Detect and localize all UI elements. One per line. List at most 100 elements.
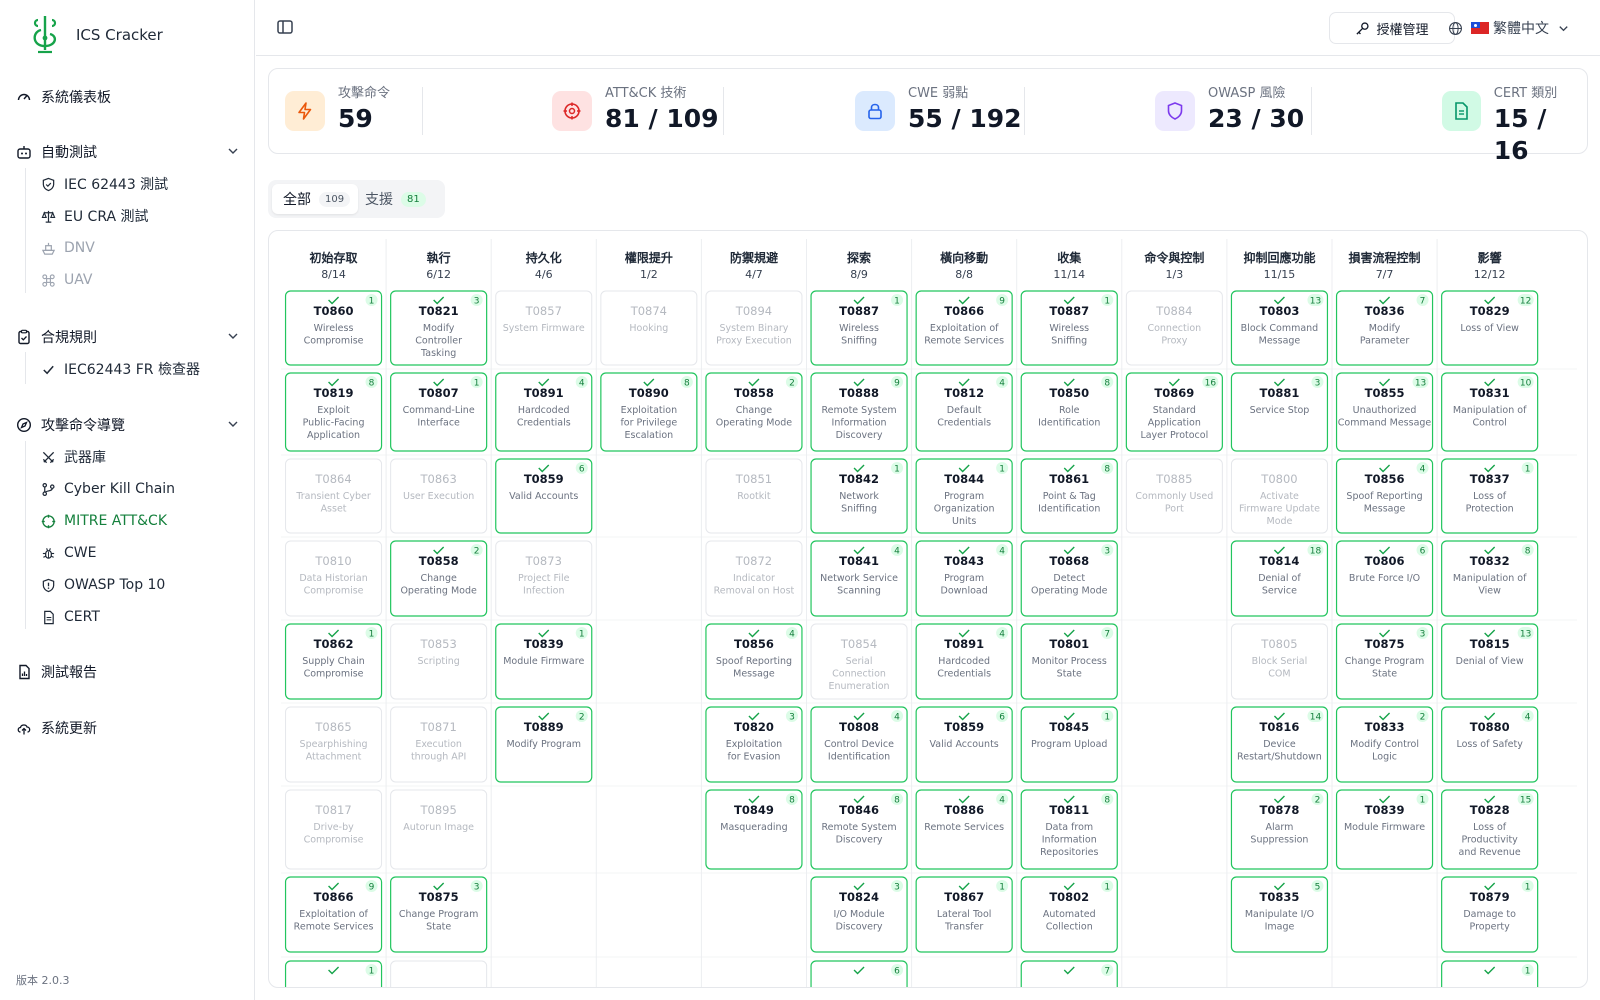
tab-all[interactable]: 全部 109 <box>272 184 359 214</box>
technique-card[interactable]: T0864 Transient Cyber Asset <box>285 458 383 534</box>
technique-card[interactable]: 3 T0881 Service Stop <box>1230 372 1329 452</box>
tactic-name[interactable]: 損害流程控制 <box>1349 250 1421 265</box>
chevron-down-icon[interactable] <box>226 144 240 158</box>
technique-card[interactable]: 13 T0803 Block Command Message <box>1230 290 1329 366</box>
technique-card[interactable]: 3 T0868 Detect Operating Mode <box>1020 540 1118 617</box>
technique-card[interactable]: 6 T0859 Valid Accounts <box>495 458 593 534</box>
technique-card[interactable]: 1 T0839 Module Firmware <box>1335 789 1434 870</box>
technique-card[interactable]: 7 T0836 Modify Parameter <box>1335 290 1434 366</box>
technique-card[interactable]: T0874 Hooking <box>600 290 698 366</box>
technique-card[interactable]: 2 T0858 Change Operating Mode <box>705 372 803 452</box>
technique-card[interactable]: 1 T0887 Wireless Sniffing <box>1020 290 1118 366</box>
technique-card[interactable]: T0857 System Firmware <box>495 290 593 366</box>
technique-card[interactable]: 14 T0816 Device Restart/Shutdown <box>1230 706 1329 783</box>
technique-card[interactable]: 13 T0815 Denial of View <box>1441 623 1539 700</box>
nav-kill-chain[interactable]: Cyber Kill Chain <box>40 477 175 501</box>
tactic-name[interactable]: 初始存取 <box>310 250 358 265</box>
technique-card[interactable]: 1 T0807 Command-Line Interface <box>390 372 488 452</box>
technique-card[interactable]: 1 T0842 Network Sniffing <box>810 458 908 534</box>
technique-card[interactable]: 8 T0846 Remote System Discovery <box>810 789 908 870</box>
technique-card[interactable]: T0800 Activate Firmware UpdateMode <box>1230 458 1328 534</box>
technique-card[interactable]: T0817 Drive-by Compromise <box>285 789 383 870</box>
technique-card[interactable]: 4 T0891 Hardcoded Credentials <box>495 372 593 452</box>
technique-card[interactable]: 4 T0812 Default Credentials <box>915 372 1013 452</box>
technique-card[interactable]: 1 T0867 Lateral Tool Transfer <box>915 876 1013 953</box>
nav-arsenal[interactable]: 武器庫 <box>40 445 106 469</box>
technique-card[interactable]: T0853 Scripting <box>390 623 488 700</box>
nav-uav[interactable]: UAV <box>40 268 93 292</box>
technique-card[interactable]: 1 T0839 Module Firmware <box>495 623 593 700</box>
technique-card[interactable]: 12 T0829 Loss of View <box>1441 290 1539 366</box>
technique-card[interactable]: T0865 Spearphishing Attachment <box>285 706 383 783</box>
technique-card[interactable]: 2 T0889 Modify Program <box>495 706 593 783</box>
technique-card[interactable]: 4 T0856 Spoof Reporting Message <box>1335 458 1434 534</box>
technique-card[interactable]: 5 T0835 Manipulate I/O Image <box>1230 876 1329 953</box>
nav-dnv[interactable]: DNV <box>40 236 95 260</box>
technique-card[interactable]: 4 T0856 Spoof Reporting Message <box>705 623 803 700</box>
tactic-name[interactable]: 防禦規避 <box>730 250 778 265</box>
technique-card[interactable]: 16 T0869 Standard ApplicationLayer Protocol <box>1125 372 1223 452</box>
technique-card[interactable]: 3 T0821 Modify ControllerTasking <box>390 290 488 366</box>
tactic-name[interactable]: 命令與控制 <box>1143 250 1204 265</box>
technique-card[interactable]: 18 T0814 Denial of Service <box>1230 540 1329 617</box>
technique-card[interactable]: 1 <box>284 960 383 988</box>
technique-card[interactable]: T0872 Indicator Removal on Host <box>705 540 803 617</box>
license-management-button[interactable]: 授權管理 <box>1329 12 1455 44</box>
technique-card[interactable]: 4 T0891 Hardcoded Credentials <box>915 623 1013 700</box>
technique-card[interactable]: 1 T0860 Wireless Compromise <box>284 290 383 366</box>
technique-card[interactable]: 9 T0866 Exploitation of Remote Services <box>284 876 383 953</box>
nav-cwe[interactable]: CWE <box>40 541 96 565</box>
technique-card[interactable]: 15 T0828 Loss of Productivityand Revenue <box>1441 789 1539 870</box>
nav-mitre-attack[interactable]: MITRE ATT&CK <box>40 509 167 533</box>
technique-card[interactable]: 1 T0837 Loss of Protection <box>1441 458 1539 534</box>
technique-card[interactable]: 2 T0833 Modify Control Logic <box>1335 706 1434 783</box>
technique-card[interactable]: 7 T0801 Monitor Process State <box>1020 623 1118 700</box>
technique-card[interactable]: 8 T0832 Manipulation of View <box>1441 540 1539 617</box>
technique-card[interactable]: T0885 Commonly Used Port <box>1125 458 1223 534</box>
technique-card[interactable]: 6 T0806 Brute Force I/O <box>1335 540 1434 617</box>
technique-card[interactable]: 2 T0858 Change Operating Mode <box>390 540 488 617</box>
technique-card[interactable]: 4 T0841 Network Service Scanning <box>810 540 908 617</box>
tactic-name[interactable]: 抑制回應功能 <box>1243 250 1315 265</box>
technique-card[interactable]: T0810 Data Historian Compromise <box>285 540 383 617</box>
technique-card[interactable]: 8 T0819 Exploit Public-FacingApplication <box>284 372 383 452</box>
chevron-down-icon[interactable] <box>226 329 240 343</box>
technique-card[interactable]: 4 T0843 Program Download <box>915 540 1013 617</box>
technique-card[interactable]: T0805 Block Serial COM <box>1230 623 1328 700</box>
technique-card[interactable]: 7 <box>1020 960 1118 988</box>
tactic-name[interactable]: 橫向移動 <box>940 250 988 265</box>
technique-card[interactable]: 4 T0808 Control Device Identification <box>810 706 908 783</box>
technique-card[interactable]: T0884 Connection Proxy <box>1125 290 1223 366</box>
technique-card[interactable]: 8 T0849 Masquerading <box>705 789 803 870</box>
technique-card[interactable]: T0854 Serial ConnectionEnumeration <box>810 623 908 700</box>
technique-card[interactable]: 4 T0886 Remote Services <box>915 789 1013 870</box>
technique-card[interactable]: 1 T0802 Automated Collection <box>1020 876 1118 953</box>
tactic-name[interactable]: 影響 <box>1478 250 1502 265</box>
language-selector[interactable]: 繁體中文 <box>1448 18 1570 38</box>
technique-card[interactable]: 8 T0890 Exploitation for PrivilegeEscalatio… <box>600 372 698 452</box>
technique-card[interactable]: 2 T0878 Alarm Suppression <box>1230 789 1329 870</box>
technique-card[interactable]: 8 T0811 Data from InformationRepositories <box>1020 789 1118 870</box>
technique-card[interactable]: 9 T0888 Remote System InformationDiscovery <box>810 372 908 452</box>
technique-card[interactable]: 6 T0859 Valid Accounts <box>915 706 1013 783</box>
technique-card[interactable]: 13 T0855 Unauthorized Command Message <box>1335 372 1434 452</box>
tab-supported[interactable]: 支援 81 <box>354 184 434 214</box>
technique-card[interactable]: T0871 Execution through API <box>390 706 488 783</box>
nav-dashboard[interactable]: 系統儀表板 <box>16 85 240 109</box>
technique-card[interactable]: 3 T0875 Change Program State <box>390 876 488 953</box>
technique-card[interactable]: 10 T0831 Manipulation of Control <box>1441 372 1539 452</box>
nav-owasp[interactable]: OWASP Top 10 <box>40 573 165 597</box>
technique-card[interactable]: 6 <box>810 960 908 988</box>
technique-card[interactable]: T0851 Rootkit <box>705 458 803 534</box>
technique-card[interactable]: 1 T0844 Program OrganizationUnits <box>915 458 1013 534</box>
tactic-name[interactable]: 持久化 <box>526 250 562 265</box>
technique-card[interactable]: 1 T0879 Damage to Property <box>1441 876 1539 953</box>
technique-card[interactable]: 8 T0850 Role Identification <box>1020 372 1118 452</box>
tactic-name[interactable]: 收集 <box>1057 250 1082 265</box>
tactic-name[interactable]: 探索 <box>847 250 871 265</box>
nav-iec62443-test[interactable]: IEC 62443 測試 <box>40 172 168 196</box>
technique-card[interactable]: T0863 User Execution <box>390 458 488 534</box>
nav-compliance[interactable]: 合規規則 <box>16 325 240 349</box>
nav-attack-commands[interactable]: 攻擊命令導覽 <box>16 413 240 437</box>
tactic-name[interactable]: 權限提升 <box>625 250 673 265</box>
